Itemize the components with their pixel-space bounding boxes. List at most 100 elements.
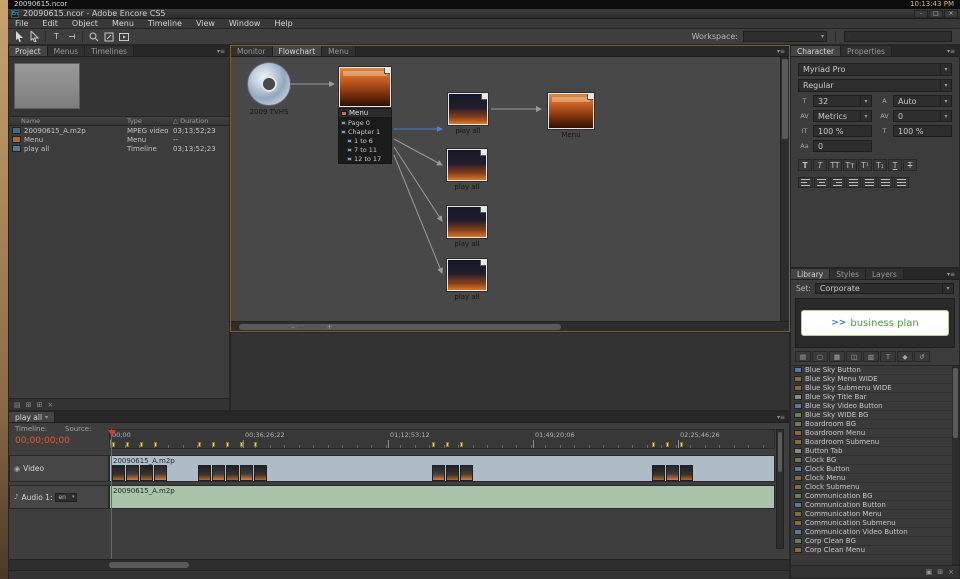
- speaker-icon[interactable]: ♪: [14, 493, 18, 501]
- playhead[interactable]: [111, 429, 112, 559]
- scrollbar-thumb[interactable]: [953, 368, 958, 438]
- scrollbar-thumb[interactable]: [778, 432, 782, 472]
- video-track[interactable]: 20090615_A.m2p: [109, 455, 775, 482]
- library-tab-styles[interactable]: Styles: [830, 269, 866, 279]
- library-item-blue-sky-submenu-wide[interactable]: Blue Sky Submenu WIDE: [791, 384, 952, 393]
- display-toggle-icon[interactable]: ▤: [14, 401, 21, 409]
- flowchart-node-playall-3[interactable]: play all: [446, 206, 488, 248]
- justify-last-center-button[interactable]: [862, 177, 877, 188]
- new-item-icon[interactable]: ⊞: [37, 401, 43, 409]
- workspace-select[interactable]: ▾: [743, 31, 827, 42]
- set-combo[interactable]: Corporate ▾: [815, 283, 954, 294]
- library-item-button-tab[interactable]: Button Tab: [791, 447, 952, 456]
- justify-last-left-button[interactable]: [846, 177, 861, 188]
- project-tab-project[interactable]: Project: [9, 46, 48, 56]
- chapter-marker[interactable]: [446, 442, 449, 447]
- library-item-corp-clean-menu[interactable]: Corp Clean Menu: [791, 546, 952, 555]
- direct-select-tool-icon[interactable]: [27, 30, 42, 43]
- menu-entry-12-to-17[interactable]: 12 to 17: [339, 154, 391, 163]
- zoom-tool-icon[interactable]: [86, 30, 101, 43]
- library-item-blue-sky-video-button[interactable]: Blue Sky Video Button: [791, 402, 952, 411]
- library-item-boardroom-bg[interactable]: Boardroom BG: [791, 420, 952, 429]
- library-item-blue-sky-menu-wide[interactable]: Blue Sky Menu WIDE: [791, 375, 952, 384]
- flowchart-node-playall-2[interactable]: play all: [446, 149, 488, 191]
- scrollbar-thumb[interactable]: [109, 562, 189, 568]
- flowchart-node-menu2[interactable]: Menu: [544, 93, 598, 139]
- text-filter-icon[interactable]: T: [880, 351, 896, 362]
- menubar-item-object[interactable]: Object: [65, 19, 105, 28]
- scrollbar-thumb[interactable]: [239, 324, 561, 330]
- timeline-tab-play-all[interactable]: play all ▾: [9, 412, 55, 422]
- library-item-communication-submenu[interactable]: Communication Submenu: [791, 519, 952, 528]
- align-center-button[interactable]: [814, 177, 829, 188]
- video-track-header[interactable]: ◉ Video: [9, 455, 109, 482]
- new-folder-icon[interactable]: ⊞: [26, 401, 32, 409]
- library-item-clock-menu[interactable]: Clock Menu: [791, 474, 952, 483]
- chapter-marker[interactable]: [680, 442, 683, 447]
- audio-track-header[interactable]: ♪ Audio 1: en ▾: [9, 485, 109, 509]
- preview-icon[interactable]: [116, 30, 131, 43]
- chapter-marker[interactable]: [112, 442, 115, 447]
- chapter-marker[interactable]: [198, 442, 201, 447]
- kerning-combo[interactable]: Metrics ▾: [813, 110, 872, 122]
- eye-icon[interactable]: ◉: [14, 465, 20, 473]
- panel-menu-icon[interactable]: ▾≡: [213, 46, 229, 56]
- panel-menu-icon[interactable]: ▾≡: [943, 46, 959, 56]
- replacement-layers-filter-icon[interactable]: ↺: [914, 351, 930, 362]
- flowchart-node-menu[interactable]: Menu Page 0Chapter 11 to 67 to 1112 to 1…: [338, 67, 392, 164]
- flowchart-node-playall-4[interactable]: play all: [446, 259, 488, 301]
- chapter-marker[interactable]: [212, 442, 215, 447]
- library-item-communication-video-button[interactable]: Communication Video Button: [791, 528, 952, 537]
- character-tab-character[interactable]: Character: [791, 46, 841, 56]
- playhead-caret[interactable]: [108, 430, 116, 436]
- buttons-filter-icon[interactable]: ▢: [812, 351, 828, 362]
- menubar-item-timeline[interactable]: Timeline: [141, 19, 189, 28]
- library-tab-library[interactable]: Library: [791, 269, 830, 279]
- chapter-marker[interactable]: [666, 442, 669, 447]
- menubar-item-file[interactable]: File: [8, 19, 35, 28]
- tracking-combo[interactable]: 0 ▾: [893, 110, 952, 122]
- align-right-button[interactable]: [830, 177, 845, 188]
- timeline-horizontal-scrollbar[interactable]: [9, 559, 789, 570]
- justify-all-button[interactable]: [894, 177, 909, 188]
- library-item-clock-button[interactable]: Clock Button: [791, 465, 952, 474]
- project-tab-menus[interactable]: Menus: [48, 46, 86, 56]
- library-item-communication-bg[interactable]: Communication BG: [791, 492, 952, 501]
- flowchart-node-playall-1[interactable]: play all: [447, 93, 489, 135]
- small-caps-button[interactable]: Tᴛ: [843, 159, 857, 171]
- font-style-combo[interactable]: Regular ▾: [798, 79, 952, 92]
- flowchart-tab-monitor[interactable]: Monitor: [231, 46, 273, 56]
- library-item-communication-menu[interactable]: Communication Menu: [791, 510, 952, 519]
- flowchart-tab-flowchart[interactable]: Flowchart: [273, 46, 323, 56]
- new-set-icon[interactable]: ▣: [926, 568, 933, 576]
- font-family-combo[interactable]: Myriad Pro ▾: [798, 63, 952, 76]
- column-header-type[interactable]: Type: [127, 117, 173, 125]
- current-timecode[interactable]: 00;00;00;00: [15, 436, 70, 446]
- column-header-duration[interactable]: △ Duration: [173, 117, 229, 125]
- layer-sets-filter-icon[interactable]: ▧: [863, 351, 879, 362]
- panel-menu-icon[interactable]: ▾≡: [773, 412, 789, 422]
- project-row-menu[interactable]: MenuMenu--: [9, 135, 229, 144]
- images-filter-icon[interactable]: ▦: [829, 351, 845, 362]
- library-item-blue-sky-wide-bg[interactable]: Blue Sky WIDE BG: [791, 411, 952, 420]
- chapter-marker[interactable]: [432, 442, 435, 447]
- project-row-20090615-a-m2p[interactable]: 20090615_A.m2pMPEG video03;13;52;23: [9, 126, 229, 135]
- project-row-play-all[interactable]: play allTimeline03;13;52;23: [9, 144, 229, 153]
- font-size-combo[interactable]: 32 ▾: [813, 95, 872, 107]
- delete-icon[interactable]: ×: [47, 401, 53, 409]
- character-tab-properties[interactable]: Properties: [841, 46, 892, 56]
- strikethrough-button[interactable]: T: [903, 159, 917, 171]
- menu-entry-1-to-6[interactable]: 1 to 6: [339, 136, 391, 145]
- chapter-marker[interactable]: [226, 442, 229, 447]
- library-item-boardroom-submenu[interactable]: Boardroom Submenu: [791, 438, 952, 447]
- library-item-corp-clean-bg[interactable]: Corp Clean BG: [791, 537, 952, 546]
- timeline-ruler[interactable]: 00;0000;36;26;2201;12;53;1201;49;20;0602…: [109, 429, 775, 449]
- chapter-marker[interactable]: [254, 442, 257, 447]
- search-input[interactable]: [852, 33, 948, 41]
- library-scrollbar[interactable]: [952, 366, 959, 565]
- superscript-button[interactable]: T¹: [858, 159, 872, 171]
- chapter-marker[interactable]: [652, 442, 655, 447]
- panel-menu-icon[interactable]: ▾≡: [943, 269, 959, 279]
- menu-entry-page-0[interactable]: Page 0: [339, 118, 391, 127]
- audio-language-combo[interactable]: en ▾: [55, 493, 77, 502]
